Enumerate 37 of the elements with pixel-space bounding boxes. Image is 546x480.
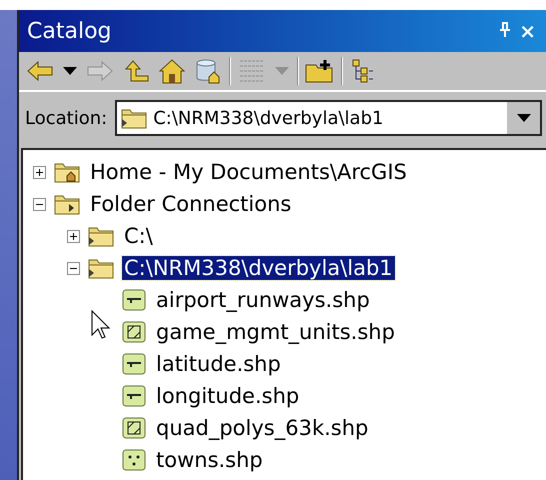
folder-icon	[121, 107, 148, 129]
point-layer-icon	[122, 449, 146, 471]
line-layer-icon	[122, 385, 146, 407]
caret-icon	[516, 113, 532, 123]
close-button[interactable]: ×	[515, 19, 540, 43]
dropdown-button[interactable]	[506, 102, 540, 134]
tree-item[interactable]: quad_polys_63k.shp	[154, 416, 370, 440]
tree-item[interactable]: C:\NRM338\dverbyla\lab1	[122, 256, 395, 280]
collapse-button[interactable]	[67, 262, 80, 274]
pin-icon	[499, 22, 512, 38]
line-layer-icon	[122, 289, 146, 311]
tree-item[interactable]: airport_runways.shp	[154, 288, 372, 312]
caret-icon	[62, 66, 78, 76]
expand-button[interactable]	[67, 230, 80, 242]
tree-item[interactable]: towns.shp	[154, 448, 265, 472]
mouse-cursor-icon	[91, 310, 111, 340]
plus-icon	[69, 232, 78, 240]
tree-item[interactable]: latitude.shp	[154, 352, 283, 376]
folder-icon	[88, 257, 114, 279]
folder-icon	[88, 225, 114, 247]
plus-icon	[35, 168, 44, 176]
tree-item[interactable]: C:\	[122, 224, 155, 248]
tree-item[interactable]: longitude.shp	[154, 384, 302, 408]
location-label: Location:	[25, 108, 108, 128]
tree-item[interactable]: Folder Connections	[88, 192, 294, 216]
expand-button[interactable]	[33, 166, 46, 178]
polygon-layer-icon	[122, 417, 146, 439]
collapse-button[interactable]	[33, 198, 46, 210]
tree-item[interactable]: game_mgmt_units.shp	[154, 320, 397, 344]
window-title: Catalog	[27, 18, 112, 44]
location-field[interactable]: C:\NRM338\dverbyla\lab1	[115, 100, 542, 136]
folder-icon	[54, 193, 80, 215]
home-folder-icon	[54, 161, 80, 183]
tree-item[interactable]: Home - My Documents\ArcGIS	[88, 160, 409, 184]
polygon-layer-icon	[122, 321, 146, 343]
caret-icon	[274, 66, 290, 76]
line-layer-icon	[122, 353, 146, 375]
